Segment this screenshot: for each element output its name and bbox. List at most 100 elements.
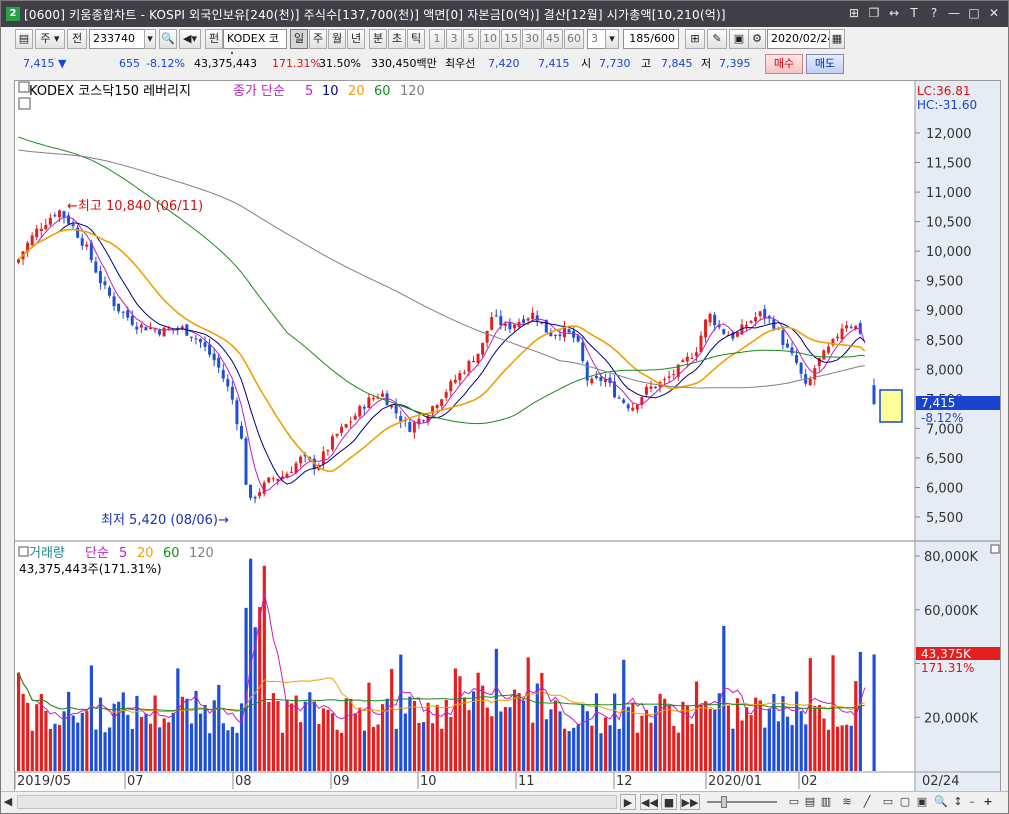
volume-bar [785, 716, 790, 771]
save-icon[interactable]: ▣ [729, 29, 749, 49]
volume-bar [89, 665, 93, 771]
zoom-in-icon[interactable]: + [981, 794, 995, 810]
volume-panel-menu-icon[interactable] [18, 546, 29, 557]
copy-icon[interactable]: ❐ [866, 5, 882, 21]
interval-3[interactable]: 3 [446, 29, 462, 49]
candle-body [722, 329, 726, 334]
tab-second[interactable]: 초 [388, 29, 406, 49]
search-icon[interactable]: 🔍 [159, 29, 177, 49]
best-label: 최우선 [445, 57, 476, 70]
mode-select[interactable]: 주 ▾ [35, 29, 65, 49]
quote-volume: 43,375,443 [194, 57, 257, 70]
volume-bar [344, 698, 348, 771]
tab-day[interactable]: 일 [290, 29, 308, 49]
candle-body [130, 316, 134, 325]
view-icon-3[interactable]: ▥ [819, 794, 833, 810]
window-icon-2[interactable]: ▢ [898, 794, 912, 810]
scroll-left-icon[interactable]: ◀ [1, 794, 15, 810]
interval-60[interactable]: 60 [564, 29, 584, 49]
view-icon-2[interactable]: ▤ [803, 794, 817, 810]
volume-info: 43,375,443주(171.31%) [19, 562, 162, 576]
scroll-right-icon[interactable]: ▶ [620, 794, 636, 810]
volume-bar [804, 724, 808, 771]
current-volume-label: 43,375K [921, 647, 972, 661]
period-type-button[interactable]: 전 [67, 29, 87, 49]
chart-type-icon[interactable]: ≋ [839, 794, 855, 810]
interval-15[interactable]: 15 [501, 29, 521, 49]
tab-minute[interactable]: 분 [369, 29, 387, 49]
zoom-out-icon[interactable]: – [966, 794, 978, 810]
volume-bar [312, 701, 316, 771]
buy-button[interactable]: 매수 [765, 54, 803, 74]
candle-body [785, 343, 789, 348]
x-end-label: 02/24 [922, 774, 959, 789]
layout-icon[interactable]: ⊞ [846, 5, 862, 21]
sell-button[interactable]: 매도 [806, 54, 844, 74]
volume-panel-expand-icon[interactable] [990, 544, 1000, 554]
zoom-icon[interactable]: 🔍 [934, 794, 948, 810]
high-label: 고 [641, 57, 652, 70]
interval-10[interactable]: 10 [480, 29, 500, 49]
candle-body [754, 317, 758, 322]
candle-body [449, 381, 453, 392]
window-icon-3[interactable]: ▣ [915, 794, 929, 810]
text-icon[interactable]: T [906, 5, 922, 21]
candle-body [490, 316, 494, 330]
tab-tick[interactable]: 틱 [407, 29, 425, 49]
zoom-slider-handle[interactable] [721, 796, 727, 808]
window-icon-1[interactable]: ▭ [881, 794, 895, 810]
interval-45[interactable]: 45 [543, 29, 563, 49]
symbol-name: KODEX 코스닥150 레버리지 [29, 84, 191, 99]
indicator-icon[interactable]: ⊞ [685, 29, 705, 49]
chart-area[interactable]: 12,000 11,500 11,000 10,500 10,000 9,500 9,000… [14, 80, 1001, 794]
maximize-icon[interactable]: □ [966, 5, 982, 21]
low-label: 저 [701, 57, 712, 70]
candle-body [567, 329, 571, 333]
tool-icon[interactable]: ✎ [707, 29, 727, 49]
stop-icon[interactable]: ■ [661, 794, 677, 810]
zoom-slider[interactable] [707, 801, 777, 803]
interval-1[interactable]: 1 [429, 29, 445, 49]
fast-forward-icon[interactable]: ▶▶ [680, 794, 700, 810]
open-label: 시 [581, 57, 592, 70]
quote-strip: 7,415 ▼ 655 -8.12% 43,375,443 171.31% 31… [1, 54, 1008, 76]
calendar-icon[interactable]: ▦ [829, 29, 845, 49]
chart-svg[interactable]: 12,000 11,500 11,000 10,500 10,000 9,500 9,000… [15, 81, 1000, 793]
sound-icon[interactable]: ◀▾ [179, 29, 201, 49]
help-icon[interactable]: ? [926, 5, 942, 21]
interval-dropdown-icon[interactable]: ▾ [605, 29, 619, 49]
name-field[interactable]: KODEX 코스 [223, 29, 287, 63]
candle-body [226, 379, 230, 387]
interval-30[interactable]: 30 [522, 29, 542, 49]
current-price-label: 7,415 [921, 396, 955, 410]
tab-month[interactable]: 월 [328, 29, 346, 49]
volume-bar [572, 727, 576, 771]
price-ma-label: 종가 단순 [233, 84, 285, 99]
close-icon[interactable]: ✕ [986, 5, 1002, 21]
candle-body [35, 228, 39, 238]
volume-bar [367, 682, 371, 771]
volume-bar [813, 705, 817, 771]
minimize-icon[interactable]: — [946, 5, 962, 21]
grid-icon[interactable] [18, 97, 31, 110]
line-icon[interactable]: ╱ [859, 794, 875, 810]
tab-week[interactable]: 주 [309, 29, 327, 49]
tab-year[interactable]: 년 [347, 29, 365, 49]
candle-body [822, 350, 826, 360]
price-tick-label: 12,000 [926, 127, 972, 142]
menu-icon[interactable]: ▤ [15, 29, 33, 49]
gear-icon[interactable]: ⚙ [748, 29, 766, 49]
panel-menu-icon[interactable] [18, 81, 30, 93]
resize-icon[interactable]: ↕ [951, 794, 965, 810]
candle-body [335, 434, 339, 436]
volume-bar [745, 707, 749, 771]
horizontal-scrollbar[interactable] [17, 795, 617, 809]
name-prefix[interactable]: 펀 [205, 29, 223, 49]
count-field[interactable]: 185/600 [623, 29, 679, 49]
rewind-icon[interactable]: ◀◀ [640, 794, 658, 810]
date-field[interactable]: 2020/02/24 [767, 29, 835, 49]
code-dropdown-icon[interactable]: ▾ [144, 29, 156, 49]
interval-5[interactable]: 5 [463, 29, 479, 49]
view-icon-1[interactable]: ▭ [787, 794, 801, 810]
link-icon[interactable]: ↔ [886, 5, 902, 21]
